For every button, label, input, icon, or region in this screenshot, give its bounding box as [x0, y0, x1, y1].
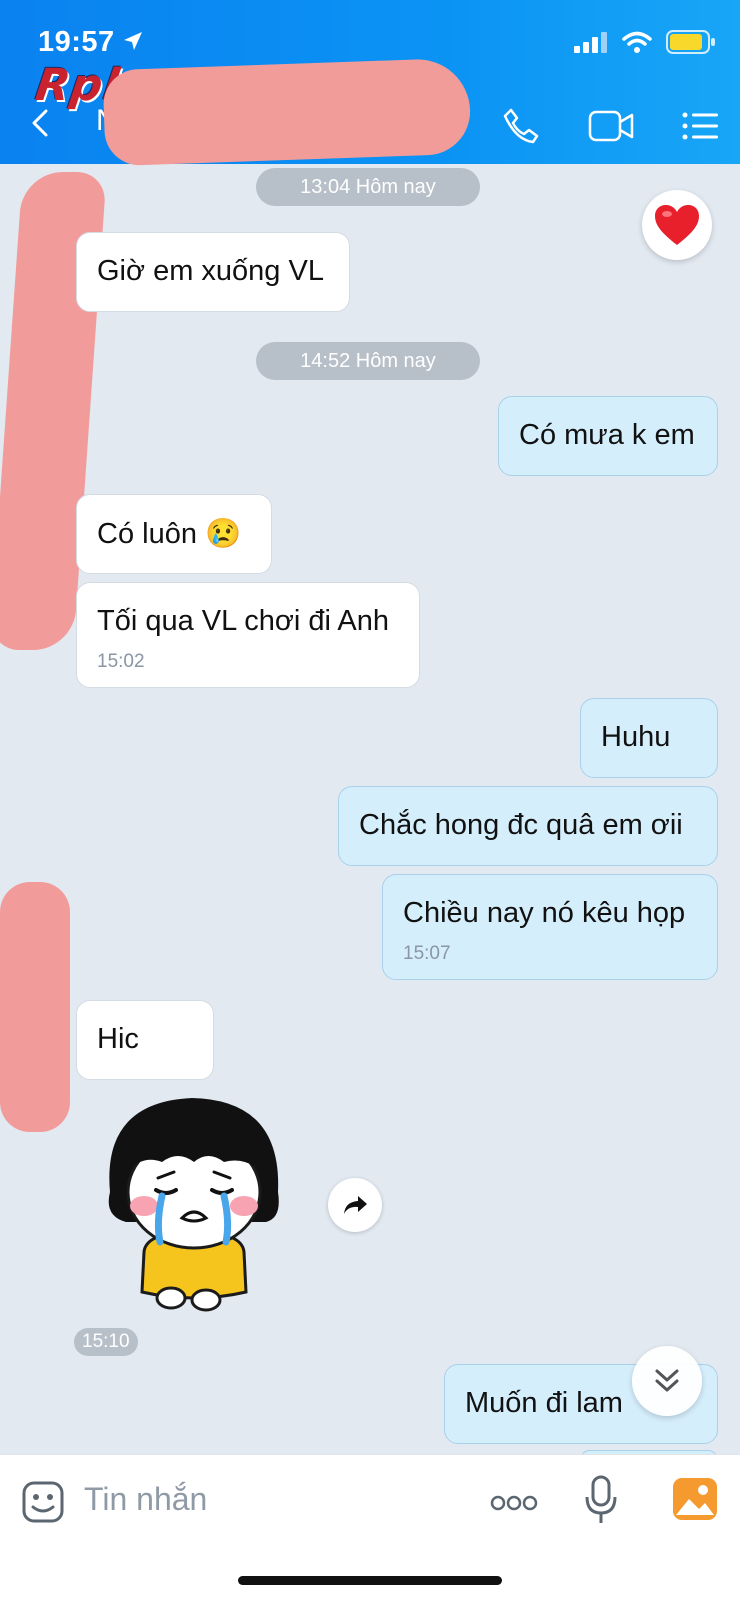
reaction-button[interactable]: [642, 190, 712, 260]
message-bubble-outgoing[interactable]: Chiều nay nó kêu họp 15:07: [382, 874, 718, 980]
home-indicator: [238, 1576, 502, 1585]
message-text: Có luôn 😢: [97, 518, 242, 550]
message-text: Giờ em xuống VL: [97, 255, 324, 287]
signal-icon: [574, 32, 607, 53]
message-bubble-incoming[interactable]: Tối qua VL chơi đi Anh 15:02: [76, 582, 420, 688]
message-bubble-incoming[interactable]: Có luôn 😢: [76, 494, 272, 574]
heart-icon: [655, 205, 699, 245]
avatar-redaction-2: [0, 882, 70, 1132]
message-text: Huhu: [601, 721, 671, 753]
mic-icon[interactable]: [584, 1475, 618, 1525]
message-time: 15:02: [97, 651, 145, 672]
crying-girl-sticker[interactable]: [96, 1092, 292, 1318]
message-text: Có mưa k em: [519, 419, 695, 451]
message-bubble-incoming[interactable]: Hic: [76, 1000, 214, 1080]
message-time: 15:07: [403, 943, 451, 964]
more-icon[interactable]: [490, 1495, 538, 1511]
message-text: Muốn đi lam: [465, 1387, 623, 1419]
back-icon[interactable]: [26, 108, 56, 138]
sticker-time: 15:10: [74, 1328, 138, 1356]
message-text: Chiều nay nó kêu họp: [403, 897, 686, 929]
message-text: Tối qua VL chơi đi Anh: [97, 605, 390, 637]
time-separator: 14:52 Hôm nay: [256, 342, 480, 380]
message-bubble-outgoing[interactable]: Huhu: [580, 698, 718, 778]
status-icons: [574, 30, 716, 54]
menu-icon: [682, 112, 718, 140]
video-icon: [588, 110, 634, 142]
message-text: Hic: [97, 1023, 139, 1055]
phone-icon: [503, 108, 539, 144]
scroll-to-bottom-button[interactable]: [632, 1346, 702, 1416]
battery-icon: [666, 30, 715, 54]
image-icon[interactable]: [672, 1477, 718, 1521]
video-call-button[interactable]: [582, 104, 642, 148]
share-icon: [344, 1196, 367, 1214]
time-separator: 13:04 Hôm nay: [256, 168, 480, 206]
wifi-icon: [622, 31, 652, 53]
name-redaction: [102, 57, 472, 167]
message-text: Chắc hong đc quâ em ơii: [359, 809, 683, 841]
chat-header: 19:57 Rphangx N: [0, 0, 740, 167]
status-time: 19:57: [38, 26, 115, 58]
share-button[interactable]: [328, 1178, 382, 1232]
options-button[interactable]: [676, 104, 726, 148]
sticker-icon[interactable]: [22, 1481, 64, 1523]
location-arrow-icon: [124, 32, 142, 50]
message-bubble-incoming[interactable]: Giờ em xuống VL: [76, 232, 350, 312]
message-bubble-outgoing[interactable]: Chắc hong đc quâ em ơii: [338, 786, 718, 866]
message-bubble-outgoing[interactable]: Có mưa k em: [498, 396, 718, 476]
call-button[interactable]: [496, 104, 546, 148]
scroll-down-icon: [655, 1369, 679, 1392]
message-input[interactable]: Tin nhắn: [84, 1481, 207, 1518]
